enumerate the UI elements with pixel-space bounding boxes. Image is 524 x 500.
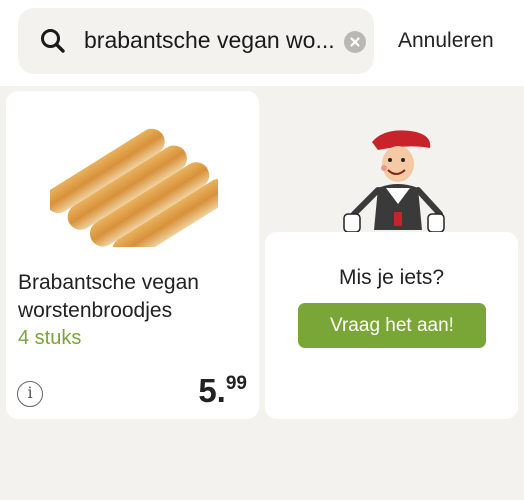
search-input[interactable]: brabantsche vegan wo... bbox=[18, 8, 374, 74]
search-header: brabantsche vegan wo... Annuleren bbox=[0, 0, 524, 86]
price-whole: 5. bbox=[198, 372, 226, 409]
search-icon bbox=[41, 29, 65, 53]
cancel-button[interactable]: Annuleren bbox=[398, 27, 494, 55]
product-title: Brabantsche vegan worstenbroodjes bbox=[18, 271, 199, 322]
product-image bbox=[50, 128, 218, 247]
request-question: Mis je iets? bbox=[338, 266, 445, 289]
request-product-button[interactable]: Vraag het aan! bbox=[298, 303, 486, 348]
clear-icon[interactable] bbox=[344, 31, 366, 53]
price-cents: 99 bbox=[225, 373, 247, 394]
info-icon[interactable]: i bbox=[17, 381, 43, 407]
product-price: 5.99 bbox=[198, 371, 247, 411]
mascot-illustration bbox=[343, 130, 445, 233]
product-unit: 4 stuks bbox=[18, 327, 82, 349]
search-query[interactable]: brabantsche vegan wo... bbox=[84, 25, 346, 55]
request-product-card: Mis je iets? Vraag het aan! bbox=[265, 232, 518, 419]
product-card[interactable]: Brabantsche vegan worstenbroodjes 4 stuk… bbox=[6, 91, 259, 419]
